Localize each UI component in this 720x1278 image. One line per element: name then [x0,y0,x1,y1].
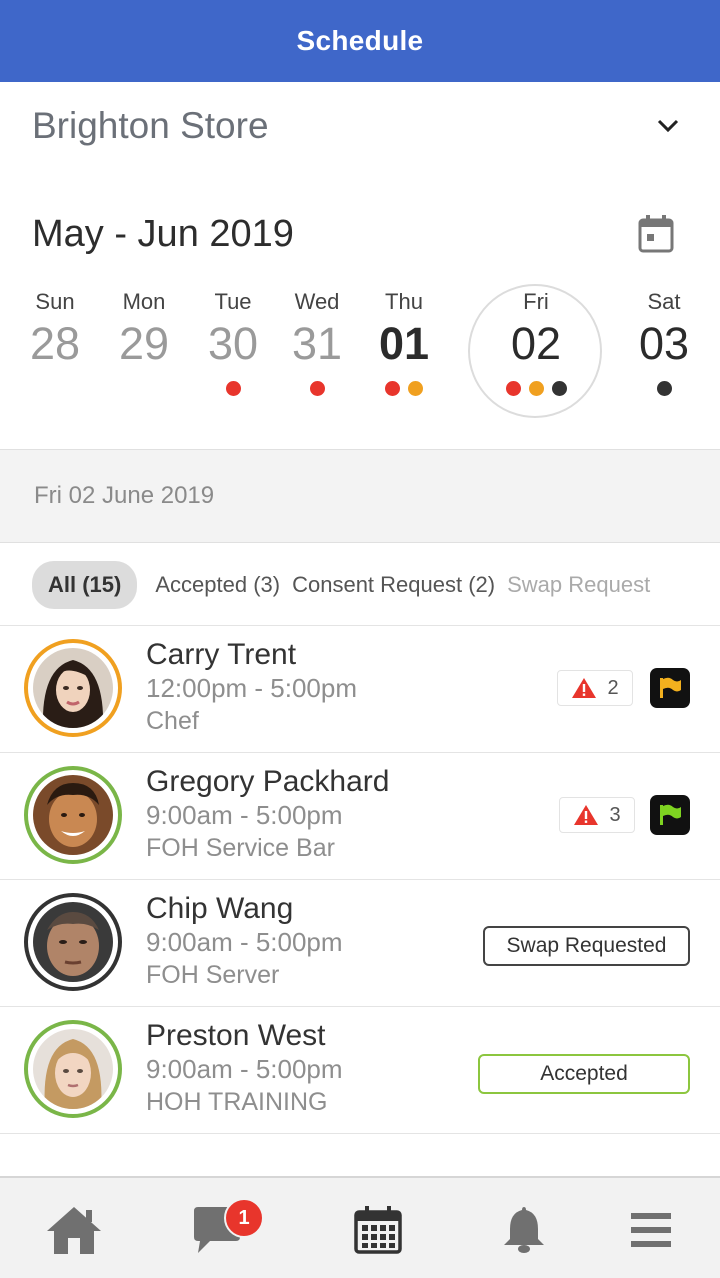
day-tue[interactable]: Tue 30 [188,288,278,400]
day-name: Sat [647,289,681,314]
shift-row[interactable]: Preston West 9:00am - 5:00pm HOH TRAININ… [0,1007,720,1134]
day-dots [10,376,100,400]
event-dot [408,380,423,396]
avatar-photo [33,648,113,728]
shift-time: 9:00am - 5:00pm [146,927,343,957]
warning-icon [574,805,599,825]
top-app-bar: Schedule [0,0,720,82]
employee-name: Carry Trent [146,638,297,671]
warning-count: 2 [607,676,619,699]
day-number: 28 [29,318,81,369]
shift-info: Preston West 9:00am - 5:00pm HOH TRAININ… [146,1019,343,1119]
day-dots [188,376,278,400]
event-dot [385,380,400,396]
bottom-tab-bar: 1 [0,1176,720,1278]
event-dot [225,380,241,396]
day-dots [491,376,581,400]
shift-list: Carry Trent 12:00pm - 5:00pm Chef 2 Greg… [0,626,720,1134]
store-selector[interactable]: Brighton Store [0,82,720,170]
avatar [24,639,122,737]
avatar [24,1020,122,1118]
menu-icon[interactable] [619,1202,683,1258]
selected-date-label: Fri 02 June 2019 [34,482,215,509]
avatar [24,766,122,864]
day-sun[interactable]: Sun 28 [10,288,100,400]
shift-role: FOH Service Bar [146,834,335,862]
day-dots [272,376,362,400]
shift-info: Chip Wang 9:00am - 5:00pm FOH Server [146,892,343,992]
day-dots [619,376,709,400]
calendar-icon[interactable] [346,1202,410,1258]
shift-role: Chef [146,707,199,735]
shift-info: Gregory Packhard 9:00am - 5:00pm FOH Ser… [146,765,389,865]
shift-role: HOH TRAINING [146,1088,328,1116]
day-name: Sun [35,289,75,314]
filter-consent-request[interactable]: Consent Request (2) [292,562,495,608]
warning-count-badge[interactable]: 2 [557,670,633,706]
day-number: 02 [510,318,562,369]
day-thu[interactable]: Thu 01 [359,288,449,400]
employee-name: Gregory Packhard [146,765,390,798]
avatar-photo [33,1029,113,1109]
flag-icon[interactable] [650,795,690,835]
day-name: Tue [214,289,252,314]
flag-icon[interactable] [650,668,690,708]
day-name: Mon [122,289,166,314]
shift-row[interactable]: Chip Wang 9:00am - 5:00pm FOH Server Swa… [0,880,720,1007]
day-name: Fri [523,289,549,314]
day-wed[interactable]: Wed 31 [272,288,362,400]
day-dots [359,376,449,400]
event-dot [528,380,544,396]
day-name: Thu [385,289,423,314]
day-dots [99,376,189,400]
store-name: Brighton Store [32,105,269,146]
date-section-header: Fri 02 June 2019 [0,449,720,543]
shift-time: 12:00pm - 5:00pm [146,673,358,703]
day-name: Wed [294,289,340,314]
shift-row[interactable]: Gregory Packhard 9:00am - 5:00pm FOH Ser… [0,753,720,880]
day-mon[interactable]: Mon 29 [99,288,189,400]
month-label: May - Jun 2019 [32,212,294,255]
day-number: 30 [207,318,259,369]
calendar-icon[interactable] [634,212,678,256]
shift-row[interactable]: Carry Trent 12:00pm - 5:00pm Chef 2 [0,626,720,753]
week-strip: Sun 28 Mon 29 Tue 30 Wed 31 Thu 01 Fri 0… [0,288,720,418]
day-number: 01 [378,318,430,369]
avatar-photo [33,775,113,855]
filter-all[interactable]: All (15) [32,560,138,609]
filter-tabs: All (15) Accepted (3) Consent Request (2… [0,544,720,626]
status-badge-swap-requested[interactable]: Swap Requested [483,926,690,966]
event-dot [309,380,325,396]
filter-swap-request[interactable]: Swap Request [507,562,650,608]
event-dot [656,380,672,396]
page-title: Schedule [296,25,424,56]
day-number: 03 [638,318,690,369]
shift-role: FOH Server [146,961,280,989]
home-icon[interactable] [42,1202,106,1258]
day-number: 29 [118,318,170,369]
shift-info: Carry Trent 12:00pm - 5:00pm Chef [146,638,357,738]
chevron-down-icon[interactable] [648,106,688,146]
warning-icon [572,678,597,698]
day-number: 31 [291,318,343,369]
avatar-photo [33,902,113,982]
bell-icon[interactable] [492,1202,556,1258]
warning-count: 3 [609,803,621,826]
status-badge-accepted[interactable]: Accepted [478,1054,690,1094]
employee-name: Chip Wang [146,892,294,925]
day-sat[interactable]: Sat 03 [619,288,709,400]
filter-accepted[interactable]: Accepted (3) [155,562,280,608]
day-fri[interactable]: Fri 02 [491,288,581,400]
event-dot [505,380,521,396]
shift-time: 9:00am - 5:00pm [146,1054,343,1084]
warning-count-badge[interactable]: 3 [559,797,635,833]
employee-name: Preston West [146,1019,326,1052]
shift-time: 9:00am - 5:00pm [146,800,343,830]
chat-unread-badge: 1 [224,1198,264,1238]
avatar [24,893,122,991]
month-row: May - Jun 2019 [0,196,720,272]
event-dot [551,380,567,396]
